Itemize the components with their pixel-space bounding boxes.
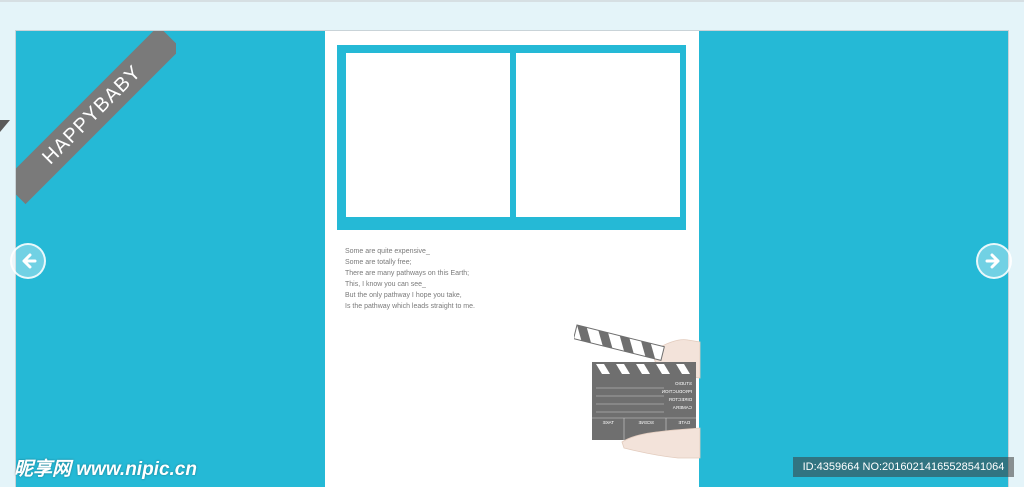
photo-placeholder-right[interactable] (516, 53, 680, 217)
clapper-row-label: STUDIO (675, 381, 693, 386)
top-border (0, 0, 1024, 2)
site-watermark: 昵享网 www.nipic.cn (14, 459, 197, 480)
arrow-right-icon (985, 253, 1000, 269)
clapper-cell-label: DATE (678, 420, 690, 425)
clapper-cell-label: SCENE (638, 420, 654, 425)
poem-line: Is the pathway which leads straight to m… (345, 303, 475, 310)
image-id-label: ID:4359664 NO:20160214165528541064 (793, 457, 1014, 477)
photo-frame (337, 45, 686, 230)
corner-ribbon: HAPPYBABY (16, 31, 176, 211)
corner-ribbon-label: HAPPYBABY (16, 31, 176, 205)
clapper-row-label: DIRECTOR (668, 397, 692, 402)
ribbon-fold (0, 120, 10, 132)
poem-line: Some are totally free; (345, 259, 412, 266)
next-page-button[interactable] (976, 243, 1012, 279)
prev-page-button[interactable] (10, 243, 46, 279)
poem-line: Some are quite expensive_ (345, 248, 430, 255)
clapper-row-label: PRODUCTION (662, 389, 692, 394)
poem-line: This, I know you can see_ (345, 281, 426, 288)
poem-text: Some are quite expensive_ Some are total… (345, 246, 565, 312)
clapper-row-label: CAMERA (673, 405, 692, 410)
poem-line: But the only pathway I hope you take, (345, 292, 462, 299)
poem-line: There are many pathways on this Earth; (345, 270, 470, 277)
clapper-cell-label: TAKE (603, 420, 614, 425)
photo-placeholder-left[interactable] (346, 53, 510, 217)
clapperboard-illustration: STUDIO PRODUCTION DIRECTOR CAMERA DATE S… (574, 324, 701, 459)
arrow-left-icon (22, 253, 37, 269)
album-spread: Some are quite expensive_ Some are total… (16, 31, 1008, 487)
